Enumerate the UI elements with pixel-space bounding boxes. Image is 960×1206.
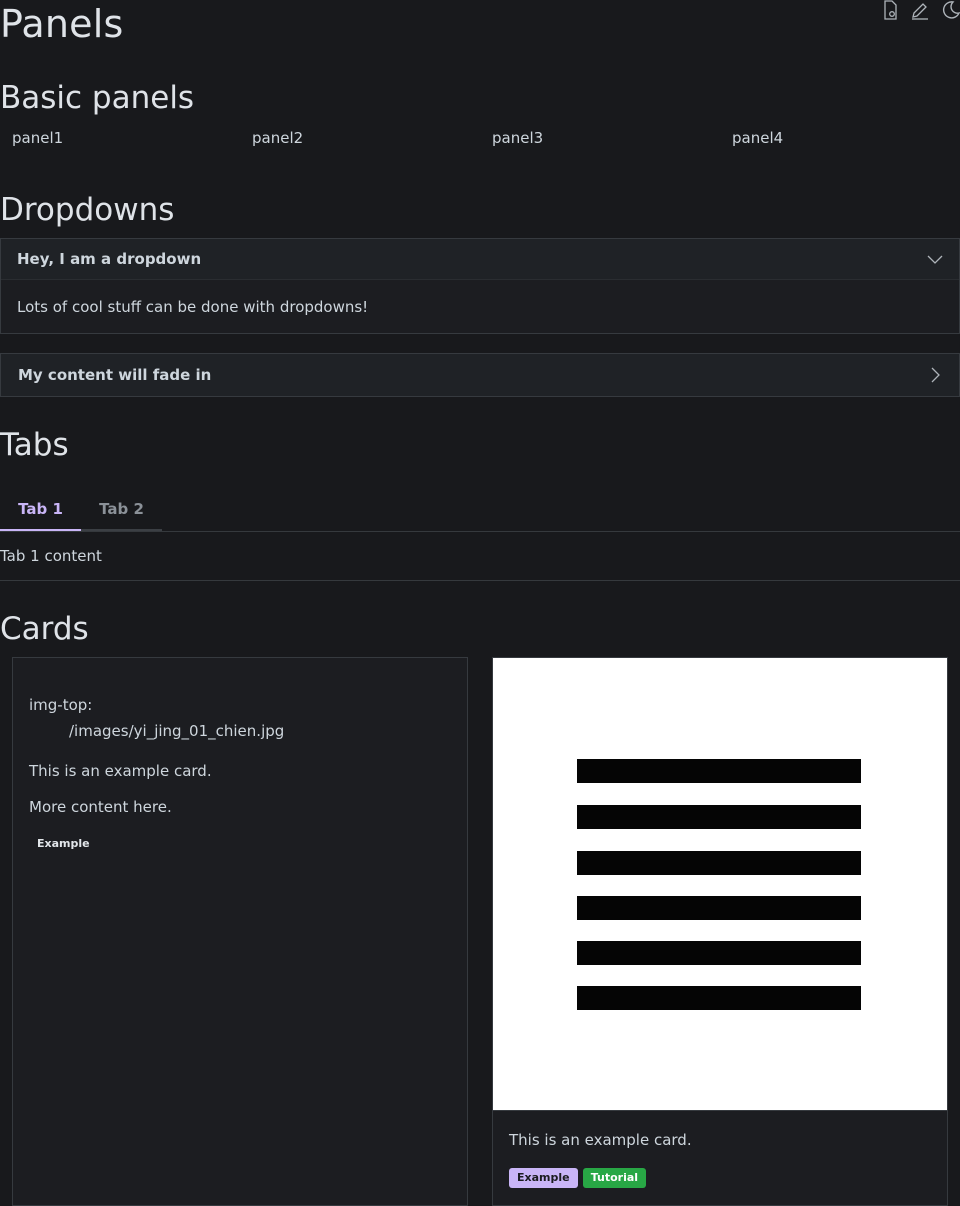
card-text: This is an example card. (29, 762, 212, 780)
badge-example: Example (509, 1168, 578, 1188)
panel: panel3 (492, 129, 544, 147)
hexagram-line (577, 986, 861, 1010)
card-more-text: More content here. (29, 798, 172, 816)
section-heading-tabs: Tabs (0, 427, 69, 463)
dropdown-title: My content will fade in (18, 366, 212, 384)
card: This is an example card. Example Tutoria… (492, 657, 948, 1206)
page-title: Panels (0, 2, 124, 46)
card-text: This is an example card. (509, 1131, 692, 1149)
dropdown-collapsed: My content will fade in (0, 353, 960, 397)
badge-tutorial: Tutorial (582, 1168, 647, 1188)
tab-content: Tab 1 content (0, 532, 960, 581)
section-heading-cards: Cards (0, 611, 89, 647)
tab-bar: Tab 1 Tab 2 (0, 489, 960, 532)
panel: panel2 (252, 129, 304, 147)
section-heading-dropdowns: Dropdowns (0, 192, 175, 228)
card-body: This is an example card. Example Tutoria… (493, 1111, 947, 1188)
chevron-down-icon (927, 255, 943, 264)
hexagram-line (577, 805, 861, 829)
panel: panel4 (732, 129, 784, 147)
source-file-icon[interactable] (880, 0, 900, 20)
tab-2[interactable]: Tab 2 (81, 489, 162, 531)
card-img-top-label: img-top: (29, 696, 93, 714)
section-heading-basic-panels: Basic panels (0, 80, 195, 116)
hexagram-line (577, 941, 861, 965)
dark-mode-icon[interactable] (940, 0, 960, 20)
panels-row: panel1 panel2 panel3 panel4 (0, 128, 960, 148)
page: Panels Basic panels panel1 panel2 panel3… (0, 0, 960, 1206)
badge-example: Example (37, 837, 90, 850)
panel: panel1 (12, 129, 64, 147)
card-img-top-path: /images/yi_jing_01_chien.jpg (69, 722, 285, 740)
chevron-right-icon (931, 367, 940, 383)
card: img-top: /images/yi_jing_01_chien.jpg Th… (12, 657, 468, 1206)
hexagram-image (493, 658, 947, 1111)
hexagram-line (577, 759, 861, 783)
dropdown-content: Lots of cool stuff can be done with drop… (1, 279, 959, 333)
dropdown-toggle[interactable]: Hey, I am a dropdown (1, 239, 959, 279)
edit-icon[interactable] (910, 0, 930, 20)
dropdown-title: Hey, I am a dropdown (17, 250, 202, 268)
hexagram-line (577, 851, 861, 875)
dropdown-toggle[interactable]: My content will fade in (1, 354, 959, 396)
hexagram-line (577, 896, 861, 920)
dropdown-expanded: Hey, I am a dropdown Lots of cool stuff … (0, 238, 960, 334)
toolbar (880, 0, 960, 20)
tab-1[interactable]: Tab 1 (0, 489, 81, 531)
